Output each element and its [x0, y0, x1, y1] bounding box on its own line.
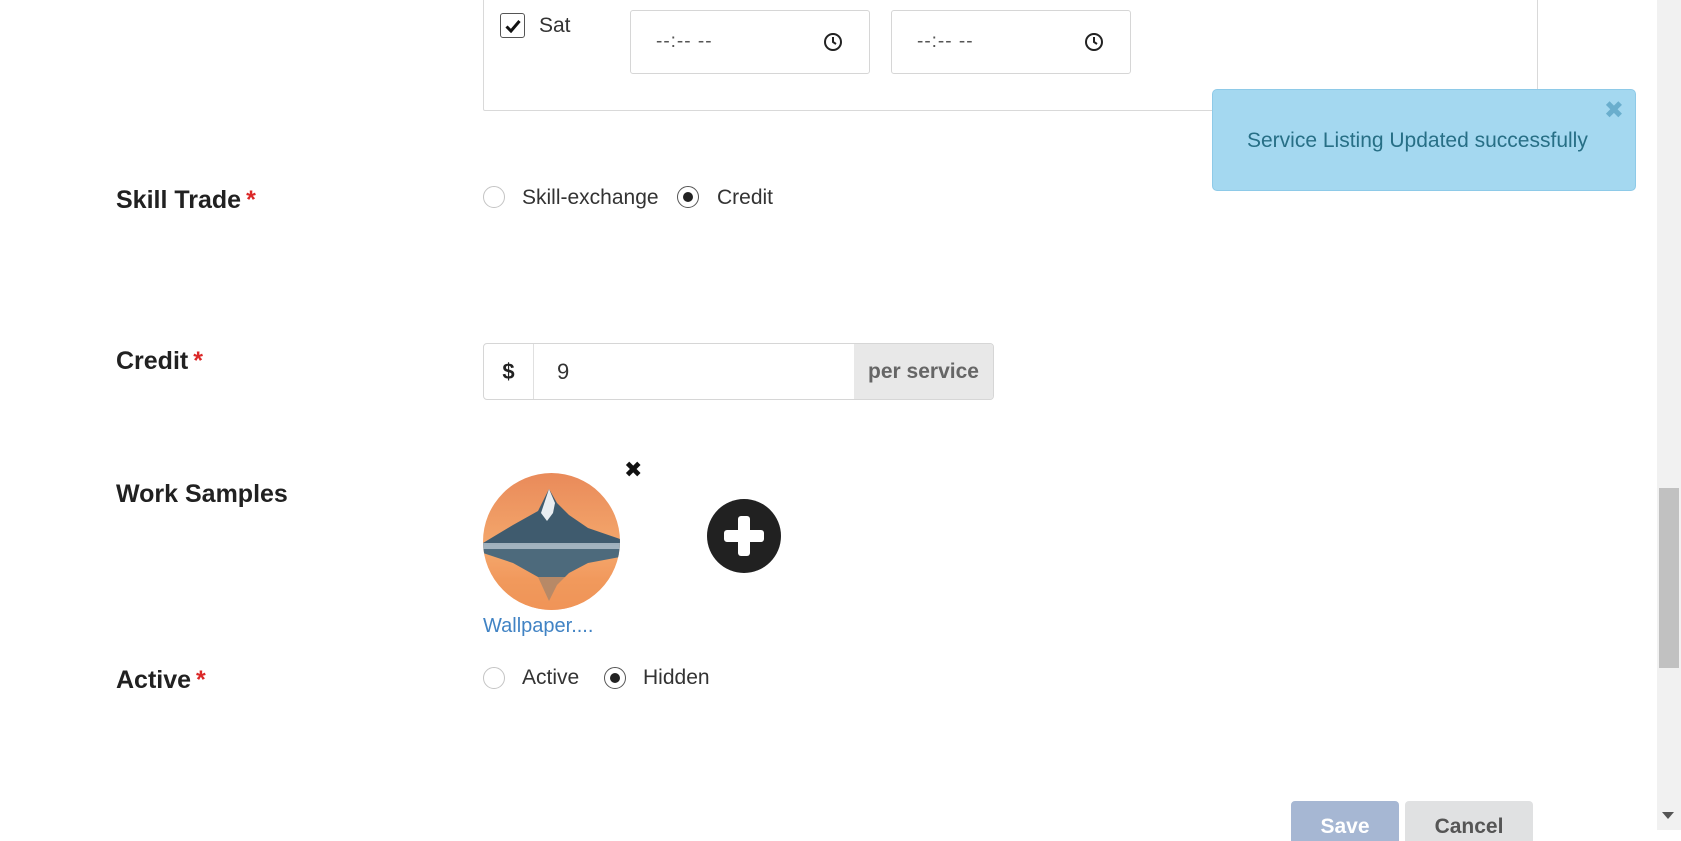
- per-service-suffix: per service: [854, 344, 993, 399]
- clock-icon[interactable]: [823, 32, 843, 52]
- radio-credit[interactable]: [677, 186, 699, 208]
- radio-skill-exchange[interactable]: [483, 186, 505, 208]
- required-marker: *: [193, 347, 203, 375]
- start-time-placeholder: --:-- --: [656, 31, 713, 52]
- day-label: Sat: [539, 14, 571, 37]
- clock-icon[interactable]: [1084, 32, 1104, 52]
- day-checkbox-sat[interactable]: [500, 13, 525, 38]
- required-marker: *: [246, 186, 256, 214]
- currency-prefix: $: [484, 344, 534, 399]
- required-marker: *: [196, 666, 206, 694]
- checkmark-icon: [504, 19, 521, 33]
- end-time-placeholder: --:-- --: [917, 31, 974, 52]
- skill-trade-label: Skill Trade *: [116, 186, 256, 215]
- toast-close-icon[interactable]: ✖: [1604, 96, 1624, 125]
- radio-label-credit: Credit: [717, 186, 774, 209]
- start-time-input[interactable]: --:-- --: [630, 10, 870, 74]
- active-label-text: Active: [116, 666, 192, 694]
- credit-input-group: $ 9 per service: [483, 343, 994, 400]
- toast-message: Service Listing Updated successfully: [1247, 129, 1588, 152]
- credit-input[interactable]: 9: [557, 359, 569, 385]
- radio-label-hidden: Hidden: [643, 666, 710, 689]
- scrollbar-thumb[interactable]: [1659, 488, 1679, 668]
- success-toast: ✖ Service Listing Updated successfully: [1212, 89, 1636, 191]
- mountain-lake-image: [483, 473, 620, 610]
- work-samples-label: Work Samples: [116, 480, 288, 508]
- radio-active[interactable]: [483, 667, 505, 689]
- credit-label-text: Credit: [116, 347, 189, 375]
- active-label: Active *: [116, 666, 206, 695]
- end-time-input[interactable]: --:-- --: [891, 10, 1131, 74]
- remove-sample-icon[interactable]: ✖: [624, 459, 642, 481]
- scroll-down-arrow-icon[interactable]: [1662, 812, 1674, 819]
- save-button[interactable]: Save: [1291, 801, 1399, 841]
- radio-label-active: Active: [522, 666, 580, 689]
- page-scrollbar[interactable]: [1657, 0, 1681, 830]
- radio-label-skill-exchange: Skill-exchange: [522, 186, 659, 209]
- sample-file-link[interactable]: Wallpaper....: [483, 615, 593, 638]
- credit-label: Credit *: [116, 347, 203, 376]
- add-sample-button[interactable]: [707, 499, 781, 573]
- skill-trade-label-text: Skill Trade: [116, 186, 242, 214]
- radio-hidden[interactable]: [604, 667, 626, 689]
- work-sample-thumbnail[interactable]: [483, 473, 620, 610]
- cancel-button[interactable]: Cancel: [1405, 801, 1533, 841]
